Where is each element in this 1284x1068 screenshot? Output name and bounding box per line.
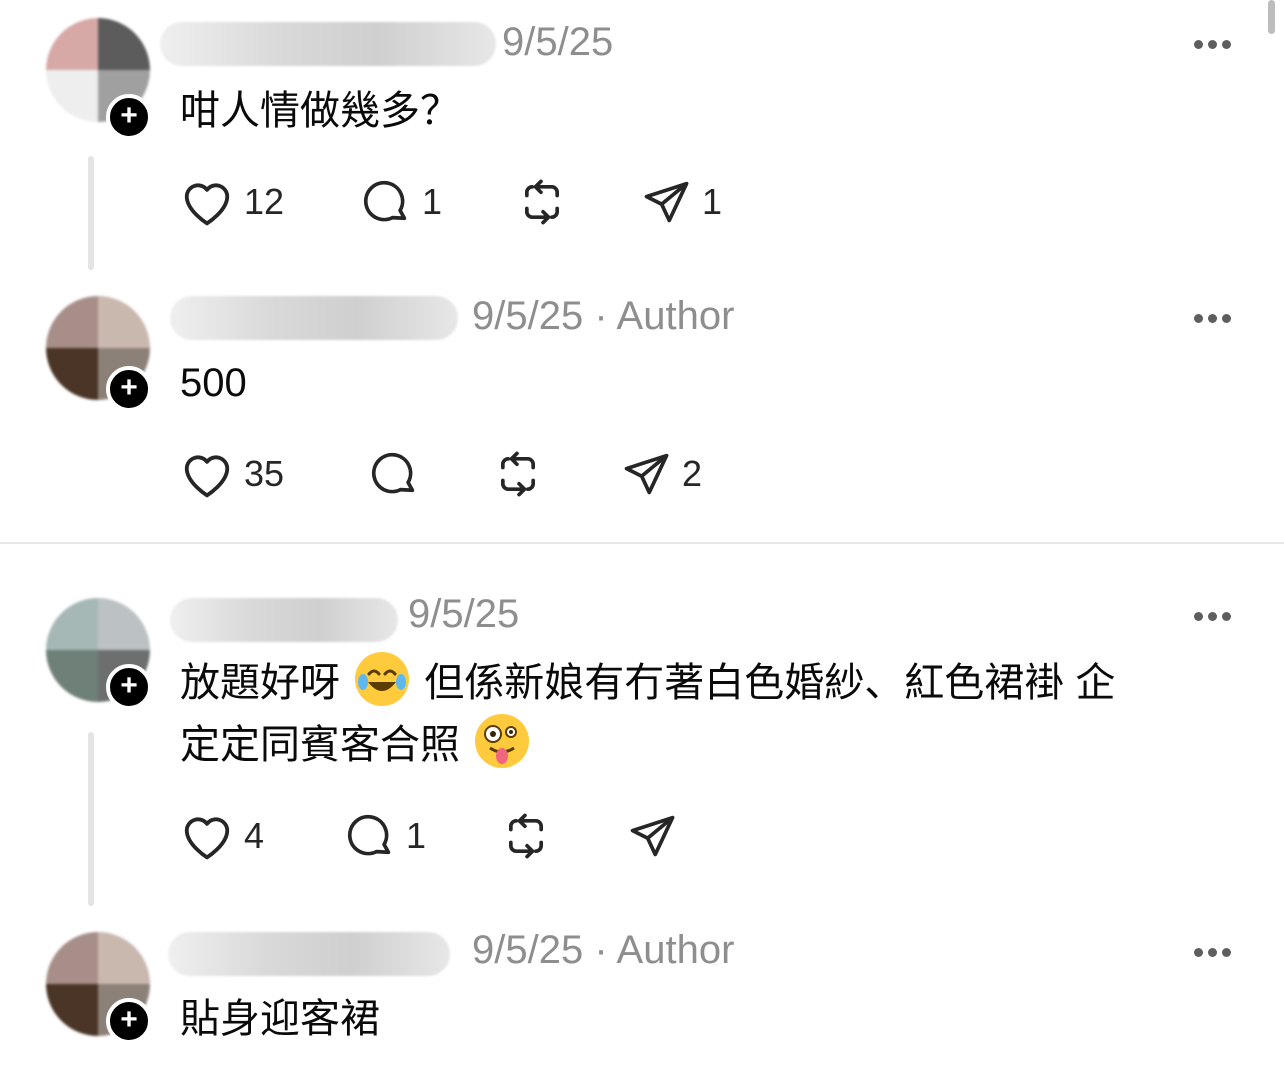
post-meta: 9/5/25 bbox=[502, 18, 613, 66]
post-text: 咁人情做幾多？ bbox=[180, 89, 460, 133]
reply-count: 1 bbox=[406, 815, 427, 856]
post-meta: 9/5/25 · Author bbox=[472, 292, 734, 340]
username-blurred[interactable] bbox=[170, 598, 398, 642]
author-tag: · Author bbox=[583, 294, 735, 338]
share-count: 1 bbox=[702, 181, 723, 222]
thread-line bbox=[88, 156, 94, 270]
more-button[interactable] bbox=[1194, 36, 1236, 49]
more-icon bbox=[1194, 40, 1203, 49]
share-button[interactable]: 2 bbox=[620, 446, 702, 502]
heart-icon bbox=[184, 183, 230, 226]
scrollbar[interactable] bbox=[1268, 0, 1275, 34]
author-tag: · Author bbox=[583, 928, 735, 972]
username-blurred[interactable] bbox=[170, 296, 458, 340]
username-blurred[interactable] bbox=[168, 932, 450, 976]
share-count: 2 bbox=[682, 453, 703, 494]
repost-button[interactable] bbox=[500, 808, 552, 864]
follow-plus-icon[interactable]: + bbox=[106, 366, 152, 412]
more-button[interactable] bbox=[1194, 944, 1236, 957]
post-text-part: 但係新娘有冇著白色婚紗、紅色裙褂 企 bbox=[424, 661, 1116, 705]
like-button[interactable]: 12 bbox=[180, 174, 284, 230]
heart-icon bbox=[184, 455, 230, 498]
comment-icon bbox=[371, 452, 415, 494]
repost-icon bbox=[500, 451, 536, 497]
post-date: 9/5/25 bbox=[408, 592, 520, 636]
more-icon bbox=[1194, 314, 1203, 323]
thread-line bbox=[88, 732, 94, 906]
repost-button[interactable] bbox=[516, 174, 568, 230]
more-icon bbox=[1194, 612, 1203, 621]
more-button[interactable] bbox=[1194, 608, 1236, 621]
comment-icon bbox=[347, 814, 391, 856]
thread-divider bbox=[0, 542, 1284, 544]
post-date: 9/5/25 bbox=[472, 928, 584, 972]
follow-plus-icon[interactable]: + bbox=[106, 94, 152, 140]
repost-icon bbox=[524, 179, 560, 225]
comment-icon bbox=[363, 180, 407, 222]
post-text-part: 定定同賓客合照 bbox=[180, 723, 460, 767]
reply-button[interactable] bbox=[368, 446, 420, 502]
zany-face-emoji bbox=[475, 714, 530, 768]
post-text: 貼身迎客裙 bbox=[180, 997, 380, 1041]
follow-plus-icon[interactable]: + bbox=[106, 664, 152, 710]
like-count: 35 bbox=[244, 453, 285, 494]
share-button[interactable]: 1 bbox=[640, 174, 722, 230]
more-button[interactable] bbox=[1194, 310, 1236, 323]
repost-button[interactable] bbox=[492, 446, 544, 502]
send-icon bbox=[624, 453, 669, 495]
send-icon bbox=[630, 815, 675, 857]
post-date: 9/5/25 bbox=[472, 294, 584, 338]
follow-plus-icon[interactable]: + bbox=[106, 998, 152, 1044]
like-button[interactable]: 4 bbox=[180, 808, 264, 864]
reply-button[interactable]: 1 bbox=[344, 808, 426, 864]
like-button[interactable]: 35 bbox=[180, 446, 284, 502]
send-icon bbox=[644, 181, 689, 223]
share-button[interactable] bbox=[626, 808, 678, 864]
more-icon bbox=[1194, 948, 1203, 957]
like-count: 12 bbox=[244, 181, 285, 222]
post-date: 9/5/25 bbox=[502, 20, 614, 64]
username-blurred[interactable] bbox=[160, 22, 496, 66]
reply-button[interactable]: 1 bbox=[360, 174, 442, 230]
post-text-line-2: 定定同賓客合照 bbox=[180, 714, 533, 776]
reply-count: 1 bbox=[422, 181, 443, 222]
post-meta: 9/5/25 bbox=[408, 590, 519, 638]
tears-of-joy-emoji bbox=[355, 652, 410, 706]
post-text-line-1: 放題好呀 但係新娘有冇著白色婚紗、紅色裙褂 企 bbox=[180, 652, 1115, 714]
post-text-part: 放題好呀 bbox=[180, 661, 340, 705]
like-count: 4 bbox=[244, 815, 265, 856]
post-text: 500 bbox=[180, 361, 247, 405]
repost-icon bbox=[508, 813, 544, 859]
heart-icon bbox=[184, 817, 230, 860]
post-meta: 9/5/25 · Author bbox=[472, 926, 734, 974]
